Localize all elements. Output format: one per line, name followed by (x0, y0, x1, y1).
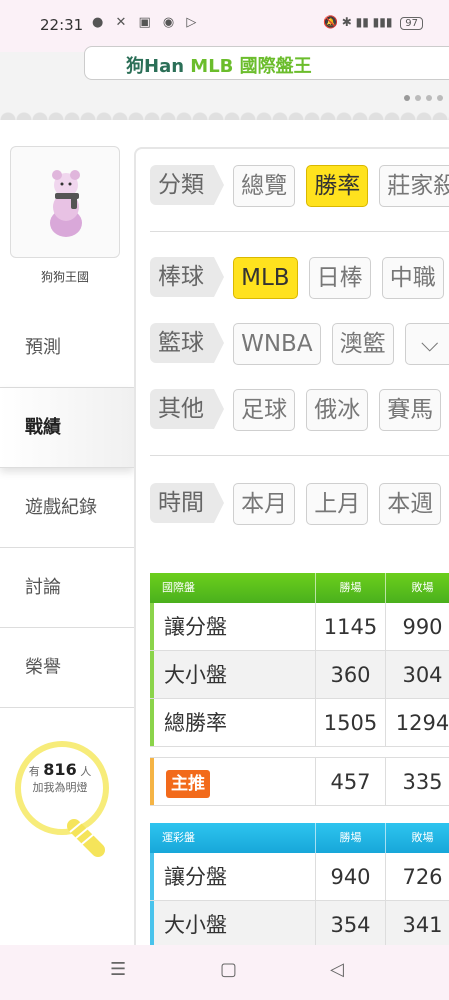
intl-record-table: 國際盤 勝場 敗場 讓分盤 1145 990 大小盤 360 304 總勝率 1… (150, 573, 449, 747)
chip-banker-kill[interactable]: 莊家殺 (379, 165, 449, 207)
divider (150, 231, 449, 232)
table-row: 大小盤 360 304 (150, 651, 449, 699)
chip-mlb[interactable]: MLB (233, 257, 298, 299)
chip-wnba[interactable]: WNBA (233, 323, 321, 365)
status-time: 22:31 (40, 16, 84, 34)
banner-title: 狗Han MLB 國際盤王 (126, 56, 312, 77)
banner[interactable]: 狗Han MLB 國際盤王 (0, 46, 449, 120)
back-icon[interactable]: ◁ (330, 959, 344, 980)
user-name: 狗狗王國 (40, 270, 89, 284)
chip-soccer[interactable]: 足球 (233, 389, 296, 431)
main-panel: 分類 總覽 勝率 莊家殺 棒球 MLB 日棒 中職 籃球 WNBA 澳籃 ⌵ 其… (134, 147, 449, 945)
chip-npb[interactable]: 日棒 (308, 257, 371, 299)
home-icon[interactable]: ▢ (220, 959, 237, 980)
light-counter[interactable]: 有 816 人 加我為明燈 (0, 762, 120, 796)
banner-pagination[interactable] (404, 86, 444, 105)
filter-baseball-tag: 棒球 (150, 257, 224, 297)
system-nav-bar: ☰ ▢ ◁ (0, 945, 449, 1000)
light-caption: 加我為明燈 (32, 781, 88, 794)
chip-this-month[interactable]: 本月 (233, 483, 296, 525)
filter-category-tag: 分類 (150, 165, 224, 205)
battery-icon: 97 (400, 17, 423, 30)
filter-basketball-row: 籃球 WNBA 澳籃 ⌵ (150, 323, 449, 365)
chip-overview[interactable]: 總覽 (233, 165, 296, 207)
nav-item-prediction[interactable]: 預測 (0, 308, 134, 388)
chip-this-week[interactable]: 本週 (379, 483, 442, 525)
divider (150, 455, 449, 456)
table-row: 讓分盤 1145 990 (150, 603, 449, 651)
filter-time-tag: 時間 (150, 483, 224, 523)
lightbulb-icon[interactable] (10, 738, 122, 858)
lottery-record-table: 運彩盤 勝場 敗場 讓分盤 940 726 大小盤 354 341 (150, 823, 449, 945)
light-count: 816 (43, 760, 77, 779)
notification-icons: ● ✕ ▣ ◉ ▷ (92, 15, 201, 30)
table-header: 國際盤 勝場 敗場 (150, 573, 449, 603)
chevron-down-icon[interactable]: ⌵ (404, 323, 449, 365)
nav-item-discussion[interactable]: 討論 (0, 548, 134, 628)
system-icons: 🔕 ✱ ▮▮ ▮▮▮ 97 (323, 15, 423, 30)
status-bar: 22:31 ● ✕ ▣ ◉ ▷ 🔕 ✱ ▮▮ ▮▮▮ 97 (0, 0, 449, 52)
filter-baseball-row: 棒球 MLB 日棒 中職 (150, 257, 449, 299)
chip-horse-racing[interactable]: 賽馬 (379, 389, 442, 431)
chip-nbl[interactable]: 澳籃 (331, 323, 394, 365)
chip-khl[interactable]: 俄冰 (306, 389, 369, 431)
chip-cpbl[interactable]: 中職 (381, 257, 444, 299)
menu-icon[interactable]: ☰ (110, 959, 126, 980)
table-row: 主推 457 335 (150, 758, 449, 806)
sidebar: 狗狗王國 預測 戰績 遊戲紀錄 討論 榮譽 有 816 人 加我為明燈 (0, 130, 134, 945)
avatar-figure-icon (50, 170, 82, 237)
filter-category-row: 分類 總覽 勝率 莊家殺 (150, 165, 449, 207)
filter-other-row: 其他 足球 俄冰 賽馬 (150, 389, 447, 431)
nav-item-honor[interactable]: 榮譽 (0, 628, 134, 708)
nav-item-record[interactable]: 戰績 (0, 388, 134, 468)
nav-item-game-log[interactable]: 遊戲紀錄 (0, 468, 134, 548)
table-row: 總勝率 1505 1294 (150, 699, 449, 747)
table-header: 運彩盤 勝場 敗場 (150, 823, 449, 853)
main-pick-table: 主推 457 335 (150, 757, 449, 806)
filter-basketball-tag: 籃球 (150, 323, 224, 363)
main-pick-badge: 主推 (166, 770, 210, 798)
chip-winrate[interactable]: 勝率 (306, 165, 369, 207)
chip-last-month[interactable]: 上月 (306, 483, 369, 525)
filter-time-row: 時間 本月 上月 本週 (150, 483, 447, 525)
table-row: 大小盤 354 341 (150, 901, 449, 945)
filter-other-tag: 其他 (150, 389, 224, 429)
table-row: 讓分盤 940 726 (150, 853, 449, 901)
avatar[interactable] (10, 146, 120, 258)
